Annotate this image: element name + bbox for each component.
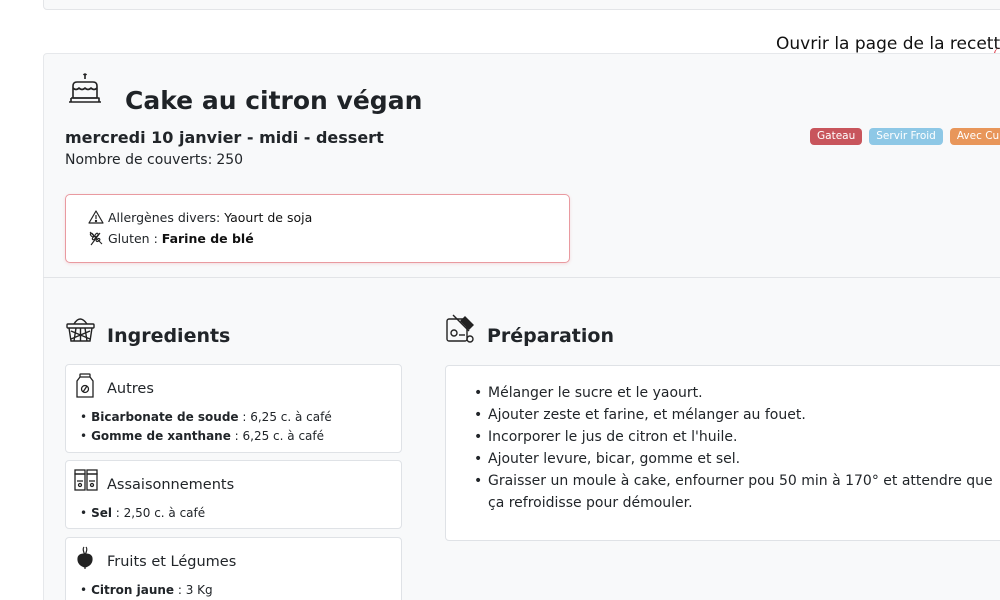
list-item: • Sel : 2,50 c. à café [80, 506, 206, 520]
warning-icon [88, 209, 104, 225]
ingredient-qty: : 3 Kg [174, 583, 213, 597]
beet-icon [74, 546, 96, 574]
ingredient-name: Gomme de xanthane [91, 429, 231, 443]
wheat-icon [88, 230, 104, 246]
list-item: Incorporer le jus de citron et l'huile. [474, 426, 1000, 448]
allergen-value: Farine de blé [161, 230, 254, 246]
allergen-label: Allergènes divers: [108, 209, 221, 225]
cake-icon [67, 72, 103, 112]
category-title: Autres [107, 381, 154, 397]
badge-servir-froid: Servir Froid [869, 128, 943, 145]
section-divider [43, 277, 1000, 278]
open-recipe-link[interactable]: Ouvrir la page de la recette [776, 34, 1000, 54]
ingredient-category-card: Autres • Bicarbonate de soude : 6,25 c. à… [65, 364, 402, 453]
ingredient-category-card: Fruits et Légumes • Citron jaune : 3 Kg [65, 537, 402, 600]
ingredient-qty: : 6,25 c. à café [238, 410, 332, 424]
allergen-alert: Allergènes divers: Yaourt de soja Gluten… [65, 194, 570, 263]
allergen-label: Gluten : [108, 230, 158, 246]
ingredient-qty: : 6,25 c. à café [230, 429, 325, 443]
list-item: • Citron jaune : 3 Kg [80, 583, 213, 597]
category-title: Assaisonnements [107, 477, 235, 493]
spice-jars-icon [74, 469, 98, 495]
preparation-title: Préparation [487, 325, 614, 347]
list-item: • Bicarbonate de soude : 6,25 c. à café [80, 410, 332, 424]
badge-gateau: Gateau [810, 128, 863, 145]
allergen-row: Gluten : Farine de blé [88, 230, 254, 246]
list-item: • Gomme de xanthane : 6,25 c. à café [80, 429, 325, 443]
covers-count: Nombre de couverts: 250 [65, 152, 243, 168]
list-item: Graisser un moule à cake, enfourner pou … [474, 470, 1000, 514]
top-panel [43, 0, 1000, 10]
badge-avec-cuisson: Avec Cuisson [949, 128, 1000, 145]
tag-badges: Gateau Servir Froid Avec Cuisson [810, 128, 1000, 145]
ingredients-title: Ingredients [107, 325, 231, 347]
preparation-steps: Mélanger le sucre et le yaourt. Ajouter … [474, 382, 1000, 514]
kitchen-tools-icon [445, 313, 476, 348]
covers-label: Nombre de couverts: [65, 152, 213, 168]
list-item: Mélanger le sucre et le yaourt. [474, 382, 1000, 404]
ingredient-name: Citron jaune [91, 583, 175, 597]
ingredient-category-card: Assaisonnements • Sel : 2,50 c. à café [65, 460, 402, 529]
preparation-card: Mélanger le sucre et le yaourt. Ajouter … [445, 365, 1000, 541]
covers-value: 250 [216, 152, 244, 168]
allergen-row: Allergènes divers: Yaourt de soja [88, 209, 312, 225]
basket-icon [65, 313, 96, 348]
recipe-title: Cake au citron végan [125, 86, 423, 115]
ingredient-name: Bicarbonate de soude [91, 410, 239, 424]
category-title: Fruits et Légumes [107, 554, 237, 570]
jar-icon [74, 373, 96, 403]
ingredient-name: Sel [91, 506, 112, 520]
list-item: Ajouter zeste et farine, et mélanger au … [474, 404, 1000, 426]
list-item: Ajouter levure, bicar, gomme et sel. [474, 448, 1000, 470]
allergen-value: Yaourt de soja [224, 209, 313, 225]
recipe-subtitle: mercredi 10 janvier - midi - dessert [65, 128, 384, 147]
ingredient-qty: : 2,50 c. à café [111, 506, 206, 520]
